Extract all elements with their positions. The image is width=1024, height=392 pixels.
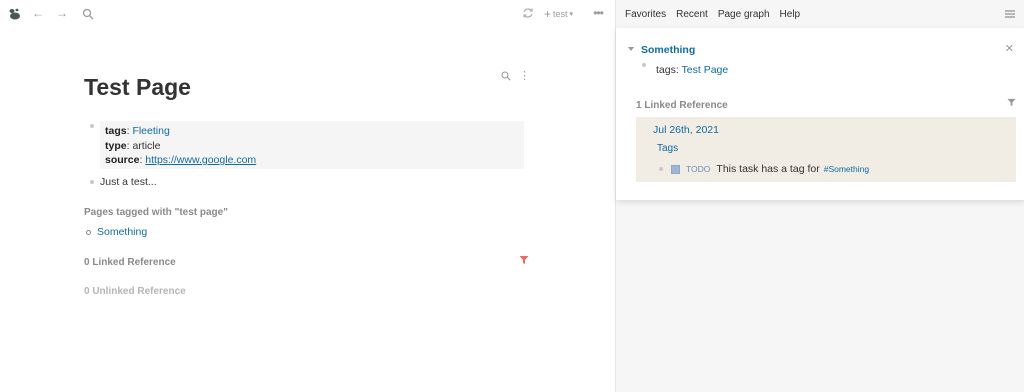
url-link[interactable]: https://www.google.com [145, 154, 256, 166]
task-text: This task has a tag for [716, 163, 820, 175]
property-source: source: https://www.google.com [105, 154, 257, 166]
linked-reference-header[interactable]: 1 Linked Reference [636, 100, 728, 111]
top-toolbar: ← → + test ▾ ••• [0, 0, 615, 28]
sidebar-nav: Favorites Recent Page graph Help [616, 0, 1024, 28]
collapse-caret-icon[interactable] [628, 47, 634, 51]
tagged-pages-header: Pages tagged with "test page" [84, 207, 228, 218]
tagged-page-link[interactable]: Something [97, 226, 147, 238]
filter-icon[interactable] [519, 255, 529, 265]
right-sidebar: Favorites Recent Page graph Help Somethi… [615, 0, 1024, 392]
property-key: tags [656, 64, 676, 76]
property-key: tags [105, 125, 127, 137]
plus-icon: + [544, 7, 552, 21]
circle-bullet-icon [86, 229, 91, 235]
reference-tags-link[interactable]: Tags [657, 143, 678, 154]
tagged-page-item: Something [86, 226, 147, 238]
block-bullet[interactable] [659, 167, 663, 171]
sidebar-nav-help[interactable]: Help [780, 9, 801, 20]
sidebar-page-card: Something ✕ tags: Test Page 1 Linked Ref… [616, 28, 1024, 200]
sidebar-nav-page-graph[interactable]: Page graph [718, 9, 770, 20]
sidebar-page-title[interactable]: Something [641, 44, 695, 56]
property-value: article [132, 139, 161, 152]
new-page-label: test [553, 9, 568, 19]
property-tags: tags: Test Page [656, 64, 729, 76]
arrow-left-icon[interactable]: ← [31, 6, 45, 20]
sidebar-nav-recent[interactable]: Recent [676, 9, 708, 20]
properties-block[interactable]: tags: Fleeting type: article source: htt… [100, 121, 524, 169]
refresh-icon[interactable] [521, 6, 535, 20]
ellipsis-icon[interactable]: ••• [590, 6, 606, 20]
search-icon[interactable] [501, 71, 511, 81]
search-icon[interactable] [81, 7, 95, 21]
tag-link[interactable]: Fleeting [132, 125, 169, 137]
todo-marker[interactable]: TODO [686, 164, 710, 174]
filter-icon[interactable] [1007, 98, 1016, 107]
linked-reference-header[interactable]: 0 Linked Reference [84, 257, 176, 268]
block-bullet[interactable] [90, 124, 94, 128]
property-key: type [105, 139, 127, 152]
property-tags: tags: Fleeting [105, 125, 170, 137]
property-key: source [105, 154, 140, 166]
hashtag-link[interactable]: #Something [824, 164, 869, 174]
block-bullet[interactable] [90, 180, 94, 184]
reference-group: Jul 26th, 2021 Tags TODO This task has a… [636, 117, 1016, 182]
page-title[interactable]: Test Page [84, 74, 191, 101]
new-page-button[interactable]: + test ▾ [544, 7, 573, 21]
close-icon[interactable]: ✕ [1005, 44, 1014, 55]
todo-checkbox[interactable] [671, 164, 680, 174]
unlinked-reference-header[interactable]: 0 Unlinked Reference [84, 286, 186, 297]
chevron-down-icon: ▾ [569, 11, 574, 18]
block-bullet[interactable] [642, 63, 646, 67]
reference-date-link[interactable]: Jul 26th, 2021 [653, 124, 719, 136]
block-text[interactable]: Just a test... [100, 176, 157, 188]
tag-link[interactable]: Test Page [682, 64, 729, 76]
reference-task-block[interactable]: TODO This task has a tag for #Something [659, 163, 869, 175]
vertical-ellipsis-icon[interactable]: ⋮ [519, 71, 530, 83]
sidebar-nav-favorites[interactable]: Favorites [625, 9, 666, 20]
logseq-logo-icon[interactable] [8, 6, 22, 22]
main-content: ← → + test ▾ ••• Test Page ⋮ tags: Fleet… [0, 0, 615, 392]
hamburger-menu-icon[interactable] [1005, 9, 1015, 18]
arrow-right-icon[interactable]: → [55, 6, 69, 20]
property-type: type: article [105, 139, 161, 152]
